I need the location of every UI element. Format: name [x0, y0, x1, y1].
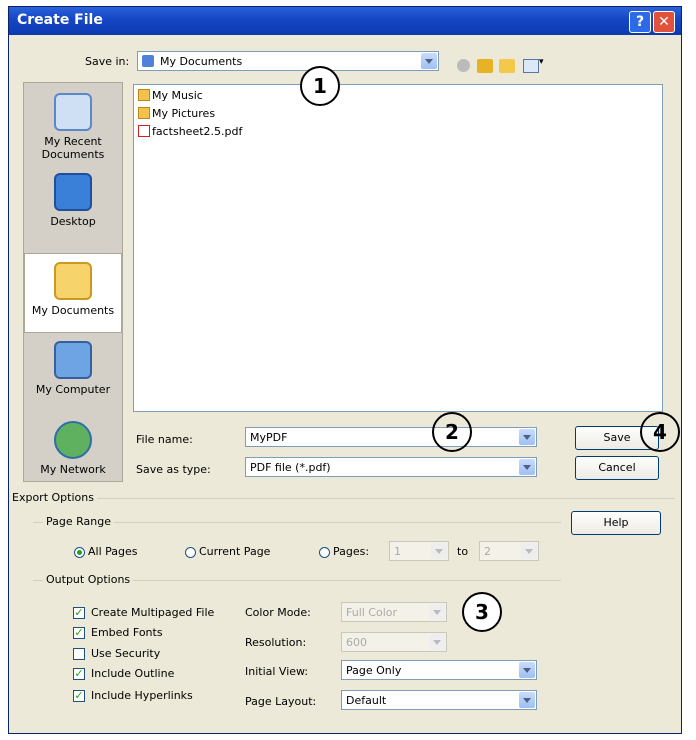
file-name-input[interactable]: MyPDF	[245, 427, 537, 447]
place-my-documents[interactable]: My Documents	[24, 253, 122, 333]
page-layout-value: Default	[346, 694, 387, 707]
new-folder-icon[interactable]	[499, 59, 515, 73]
use-security-checkbox[interactable]	[73, 648, 85, 660]
my-documents-icon	[54, 262, 92, 300]
resolution-value: 600	[346, 636, 367, 649]
chevron-down-icon[interactable]	[519, 459, 535, 475]
place-label: My Network	[40, 463, 106, 476]
file-name: My Music	[152, 89, 203, 102]
export-options-divider	[13, 498, 675, 499]
save-as-type-label: Save as type:	[136, 463, 211, 476]
cancel-button[interactable]: Cancel	[575, 456, 659, 480]
my-network-icon	[54, 421, 92, 459]
chevron-down-icon	[431, 543, 447, 559]
resolution-dropdown[interactable]: 600	[341, 632, 447, 652]
my-documents-small-icon	[142, 55, 154, 67]
place-desktop[interactable]: Desktop	[24, 173, 122, 228]
place-my-network[interactable]: My Network	[24, 421, 122, 476]
color-mode-dropdown[interactable]: Full Color	[341, 602, 447, 622]
callout-2: 2	[432, 412, 472, 452]
help-button[interactable]: Help	[571, 511, 661, 535]
include-hyperlinks-label: Include Hyperlinks	[91, 689, 193, 702]
file-list[interactable]: My Music My Pictures factsheet2.5.pdf	[133, 84, 663, 412]
chevron-down-icon[interactable]	[519, 692, 535, 708]
to-label: to	[457, 545, 469, 558]
create-file-dialog: Create File ? ✕ Save in: My Documents ▾ …	[8, 6, 682, 734]
embed-fonts-label: Embed Fonts	[91, 626, 163, 639]
file-name: My Pictures	[152, 107, 216, 120]
places-bar: My Recent Documents Desktop My Documents…	[23, 82, 123, 482]
create-multipaged-checkbox[interactable]: ✓	[73, 607, 85, 619]
embed-fonts-checkbox[interactable]: ✓	[73, 627, 85, 639]
current-page-label: Current Page	[199, 545, 271, 558]
chevron-down-icon[interactable]	[421, 53, 437, 69]
page-layout-label: Page Layout:	[245, 695, 317, 708]
chevron-down-icon[interactable]	[519, 662, 535, 678]
color-mode-label: Color Mode:	[245, 606, 311, 619]
desktop-icon	[54, 173, 92, 211]
callout-4: 4	[640, 412, 680, 452]
all-pages-radio[interactable]	[74, 547, 85, 558]
my-computer-icon	[54, 341, 92, 379]
include-hyperlinks-checkbox[interactable]: ✓	[73, 690, 85, 702]
save-as-type-dropdown[interactable]: PDF file (*.pdf)	[245, 457, 537, 477]
save-in-label: Save in:	[85, 55, 130, 68]
export-options-title: Export Options	[9, 491, 97, 504]
save-in-dropdown[interactable]: My Documents	[137, 51, 439, 71]
list-item[interactable]: My Pictures	[138, 107, 215, 120]
chevron-down-icon[interactable]	[519, 429, 535, 445]
place-label: My Documents	[31, 304, 115, 317]
from-page-value: 1	[394, 545, 401, 558]
initial-view-label: Initial View:	[245, 665, 309, 678]
include-outline-checkbox[interactable]: ✓	[73, 668, 85, 680]
up-folder-icon[interactable]	[477, 59, 493, 73]
from-page-input[interactable]: 1	[389, 541, 449, 561]
title-bar: Create File ? ✕	[9, 7, 681, 35]
list-item[interactable]: factsheet2.5.pdf	[138, 125, 242, 138]
include-outline-label: Include Outline	[91, 667, 175, 680]
view-menu-arrow[interactable]: ▾	[539, 57, 544, 67]
create-multipaged-label: Create Multipaged File	[91, 606, 215, 619]
color-mode-value: Full Color	[346, 606, 398, 619]
to-page-value: 2	[484, 545, 491, 558]
view-menu-icon[interactable]	[523, 59, 539, 73]
save-in-value: My Documents	[160, 55, 243, 68]
recent-documents-icon	[54, 93, 92, 131]
callout-1: 1	[300, 66, 340, 106]
close-button[interactable]: ✕	[653, 11, 675, 33]
list-item[interactable]: My Music	[138, 89, 203, 102]
save-as-type-value: PDF file (*.pdf)	[250, 461, 331, 474]
file-name: factsheet2.5.pdf	[152, 125, 243, 138]
place-my-recent-documents[interactable]: My Recent Documents	[24, 93, 122, 161]
place-my-computer[interactable]: My Computer	[24, 341, 122, 396]
to-page-input[interactable]: 2	[479, 541, 539, 561]
folder-icon	[138, 107, 150, 119]
page-layout-dropdown[interactable]: Default	[341, 690, 537, 710]
chevron-down-icon	[521, 543, 537, 559]
chevron-down-icon	[429, 634, 445, 650]
all-pages-label: All Pages	[88, 545, 138, 558]
initial-view-value: Page Only	[346, 664, 402, 677]
resolution-label: Resolution:	[245, 636, 307, 649]
help-title-button[interactable]: ?	[629, 11, 651, 33]
folder-icon	[138, 89, 150, 101]
place-label: Desktop	[50, 215, 96, 228]
back-icon[interactable]	[457, 59, 470, 72]
pages-label: Pages:	[333, 545, 370, 558]
current-page-radio[interactable]	[185, 547, 196, 558]
page-range-title: Page Range	[43, 515, 114, 528]
dialog-title: Create File	[17, 12, 103, 28]
pages-radio[interactable]	[319, 547, 330, 558]
file-name-value: MyPDF	[250, 431, 288, 444]
use-security-label: Use Security	[91, 647, 161, 660]
chevron-down-icon	[429, 604, 445, 620]
output-options-title: Output Options	[43, 573, 134, 586]
place-label: My Computer	[35, 383, 111, 396]
callout-3: 3	[462, 592, 502, 632]
file-name-label: File name:	[136, 433, 193, 446]
pdf-icon	[138, 125, 150, 137]
place-label: My Recent Documents	[41, 135, 105, 161]
initial-view-dropdown[interactable]: Page Only	[341, 660, 537, 680]
